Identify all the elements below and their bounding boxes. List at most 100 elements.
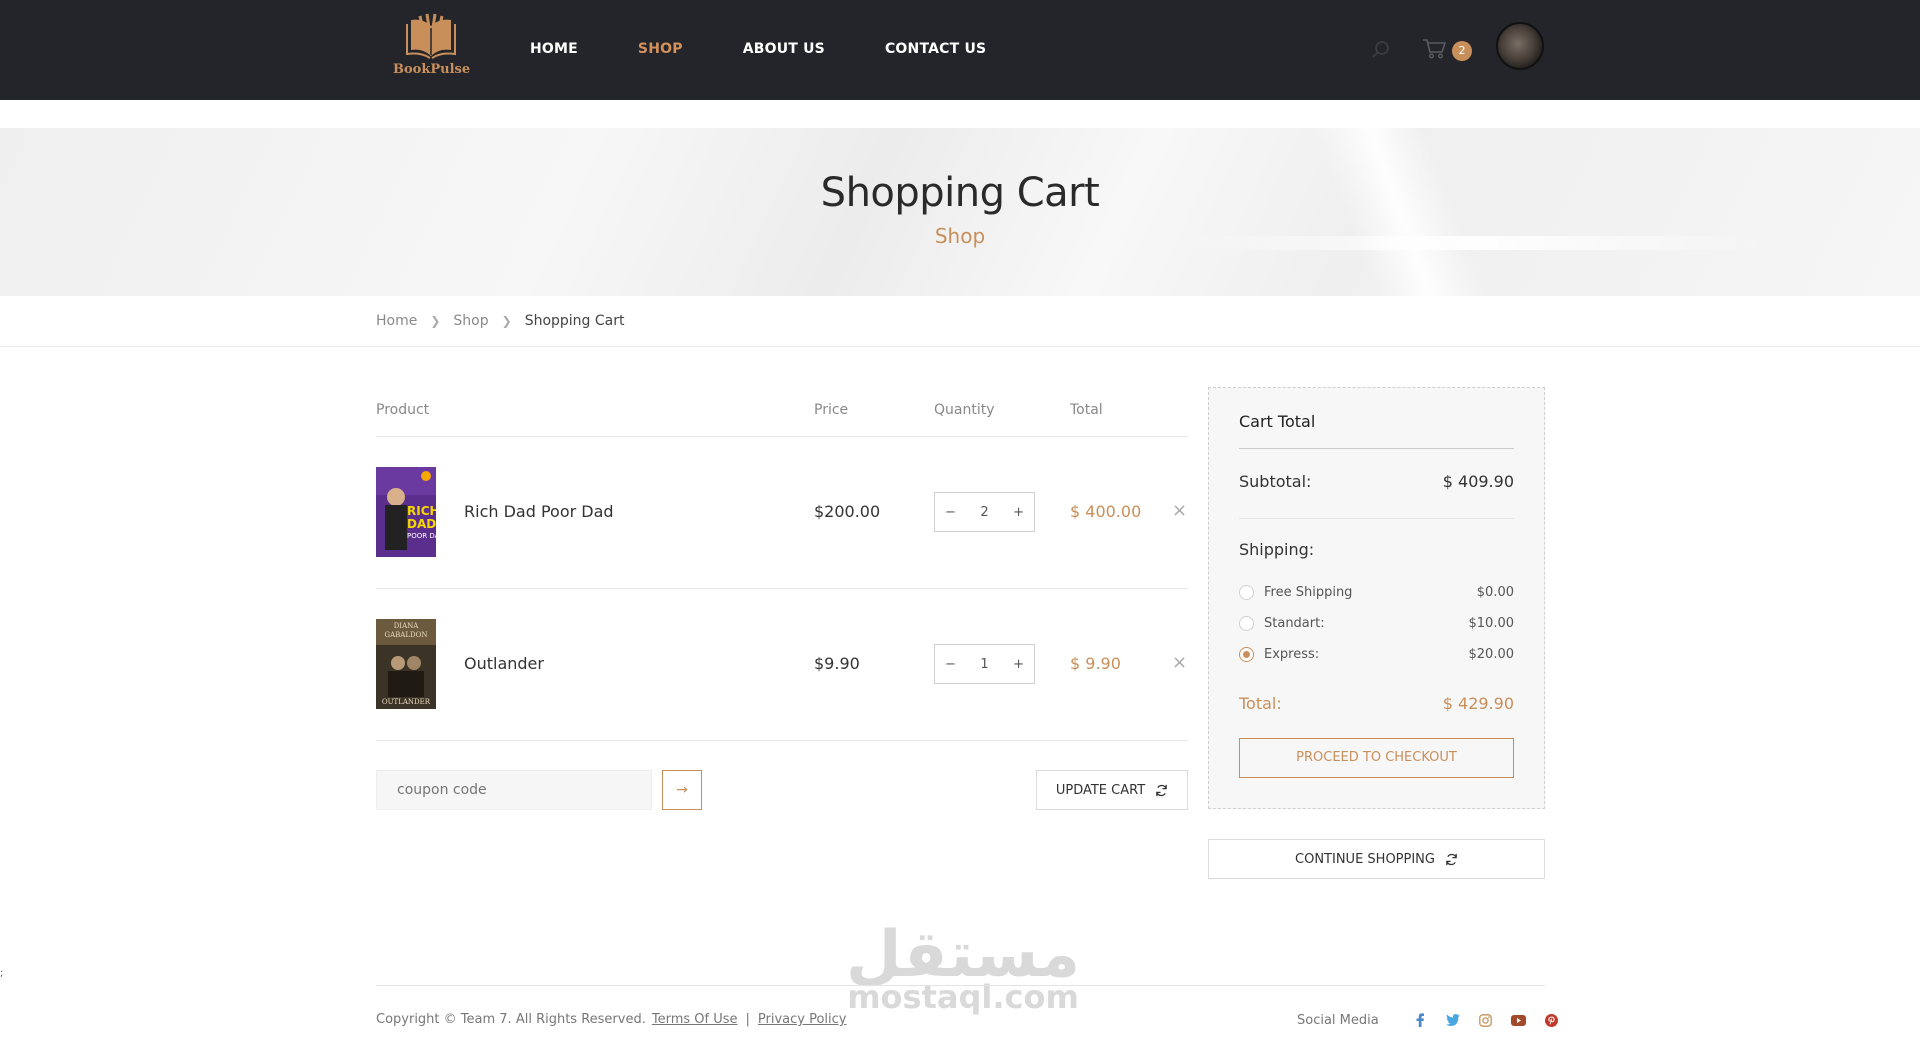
row-total: $ 400.00: [1070, 502, 1142, 521]
divider: [376, 740, 1188, 741]
search-icon[interactable]: [1371, 40, 1391, 64]
apply-coupon-button[interactable]: →: [662, 770, 702, 810]
close-icon[interactable]: ×: [1172, 652, 1187, 673]
page-title: Shopping Cart: [820, 170, 1100, 216]
privacy-link[interactable]: Privacy Policy: [758, 1012, 847, 1027]
product-price: $9.90: [814, 654, 860, 673]
continue-shopping-button[interactable]: CONTINUE SHOPPING: [1208, 839, 1545, 879]
product-price: $200.00: [814, 502, 881, 521]
shipping-option-standart[interactable]: Standart: $10.00: [1239, 613, 1514, 633]
top-navbar: BookPulse HOME SHOP ABOUT US CONTACT US …: [0, 0, 1920, 100]
cart-total-panel: Cart Total Subtotal: $ 409.90 Shipping: …: [1208, 387, 1545, 809]
refresh-icon: [1446, 853, 1457, 865]
brand-name: BookPulse: [393, 62, 471, 77]
column-header-total: Total: [1070, 402, 1103, 418]
breadcrumb: Home ❯ Shop ❯ Shopping Cart: [376, 313, 625, 329]
shipping-option-label: Express:: [1264, 646, 1320, 662]
refresh-icon: [1156, 784, 1167, 796]
shipping-option-label: Standart:: [1264, 615, 1325, 631]
shipping-option-label: Free Shipping: [1264, 584, 1353, 600]
svg-text:POOR DAD: POOR DAD: [407, 532, 436, 540]
footer-social: Social Media: [1297, 1012, 1560, 1028]
svg-text:DIANA: DIANA: [394, 622, 420, 630]
twitter-icon[interactable]: [1445, 1012, 1461, 1028]
brand-logo[interactable]: BookPulse: [393, 12, 471, 82]
divider: [1239, 448, 1514, 449]
product-name[interactable]: Rich Dad Poor Dad: [464, 502, 614, 521]
watermark: مستقل mostaql.com: [838, 920, 1088, 1016]
quantity-decrease-button[interactable]: −: [945, 505, 956, 520]
instagram-icon[interactable]: [1478, 1012, 1494, 1028]
stray-mark: ;: [0, 968, 4, 979]
divider: [376, 436, 1188, 437]
radio-button[interactable]: [1239, 615, 1254, 631]
shipping-label: Shipping:: [1239, 540, 1315, 559]
social-media-label: Social Media: [1297, 1012, 1379, 1028]
row-total: $ 9.90: [1070, 654, 1121, 673]
breadcrumb-shop[interactable]: Shop: [453, 313, 488, 329]
page-subtitle: Shop: [934, 224, 986, 248]
total-value: $ 429.90: [1442, 694, 1514, 713]
outlander-cover[interactable]: DIANA GABALDON OUTLANDER: [376, 619, 436, 709]
quantity-decrease-button[interactable]: −: [945, 657, 956, 672]
chevron-right-icon: ❯: [501, 314, 512, 328]
subtotal-value: $ 409.90: [1442, 472, 1514, 491]
facebook-icon[interactable]: [1412, 1012, 1428, 1028]
quantity-increase-button[interactable]: +: [1013, 657, 1024, 672]
chevron-right-icon: ❯: [430, 314, 441, 328]
radio-button-selected[interactable]: [1239, 646, 1254, 662]
total-label: Total:: [1239, 694, 1282, 713]
quantity-stepper: − 2 +: [934, 492, 1035, 532]
footer-copyright: Copyright © Team 7. All Rights Reserved.…: [376, 1012, 847, 1027]
column-header-product: Product: [376, 402, 430, 418]
update-cart-button[interactable]: UPDATE CART: [1036, 770, 1188, 810]
quantity-value[interactable]: 2: [980, 505, 988, 520]
divider: [0, 346, 1920, 347]
breadcrumb-current: Shopping Cart: [524, 313, 625, 329]
rich-dad-poor-dad-cover[interactable]: RICH DAD POOR DAD: [376, 467, 445, 557]
youtube-icon[interactable]: [1511, 1012, 1527, 1028]
radio-button[interactable]: [1239, 584, 1254, 600]
nav-contact-us[interactable]: CONTACT US: [885, 41, 986, 57]
svg-text:RICH: RICH: [407, 504, 436, 518]
quantity-value[interactable]: 1: [980, 657, 988, 672]
shipping-option-price: $10.00: [1468, 615, 1515, 631]
breadcrumb-home[interactable]: Home: [376, 313, 417, 329]
svg-text:GABALDON: GABALDON: [385, 631, 428, 639]
column-header-price: Price: [814, 402, 849, 418]
quantity-increase-button[interactable]: +: [1013, 505, 1024, 520]
shipping-option-express[interactable]: Express: $20.00: [1239, 644, 1514, 664]
cart-total-title: Cart Total: [1239, 412, 1316, 431]
divider: [1239, 518, 1514, 519]
divider: [376, 588, 1188, 589]
shipping-option-price: $20.00: [1468, 646, 1515, 662]
shipping-option-free[interactable]: Free Shipping $0.00: [1239, 582, 1514, 602]
svg-text:OUTLANDER: OUTLANDER: [382, 698, 431, 706]
subtotal-label: Subtotal:: [1239, 472, 1312, 491]
continue-shopping-label: CONTINUE SHOPPING: [1295, 851, 1435, 867]
column-header-quantity: Quantity: [934, 402, 995, 418]
quantity-stepper: − 1 +: [934, 644, 1035, 684]
divider: [376, 985, 1545, 986]
footer-separator: |: [745, 1012, 750, 1027]
avatar[interactable]: [1496, 22, 1544, 70]
coupon-input[interactable]: [376, 770, 652, 810]
update-cart-label: UPDATE CART: [1055, 782, 1146, 798]
page-hero: Shopping Cart Shop: [0, 128, 1920, 296]
pinterest-icon[interactable]: [1544, 1012, 1560, 1028]
proceed-to-checkout-button[interactable]: PROCEED TO CHECKOUT: [1239, 738, 1514, 778]
shipping-option-price: $0.00: [1476, 584, 1514, 600]
cart-icon[interactable]: [1422, 38, 1448, 64]
close-icon[interactable]: ×: [1172, 500, 1187, 521]
watermark-latin: mostaql.com: [847, 978, 1079, 1016]
svg-text:DAD: DAD: [407, 517, 436, 531]
book-logo-icon: [406, 13, 456, 59]
terms-link[interactable]: Terms Of Use: [652, 1012, 738, 1027]
nav-home[interactable]: HOME: [530, 41, 578, 57]
main-nav: HOME SHOP ABOUT US CONTACT US: [530, 41, 1046, 57]
copyright-text: Copyright © Team 7. All Rights Reserved.: [376, 1012, 646, 1027]
product-name[interactable]: Outlander: [464, 654, 544, 673]
nav-shop[interactable]: SHOP: [638, 41, 683, 57]
cart-count-badge: 2: [1452, 41, 1472, 61]
nav-about-us[interactable]: ABOUT US: [743, 41, 825, 57]
